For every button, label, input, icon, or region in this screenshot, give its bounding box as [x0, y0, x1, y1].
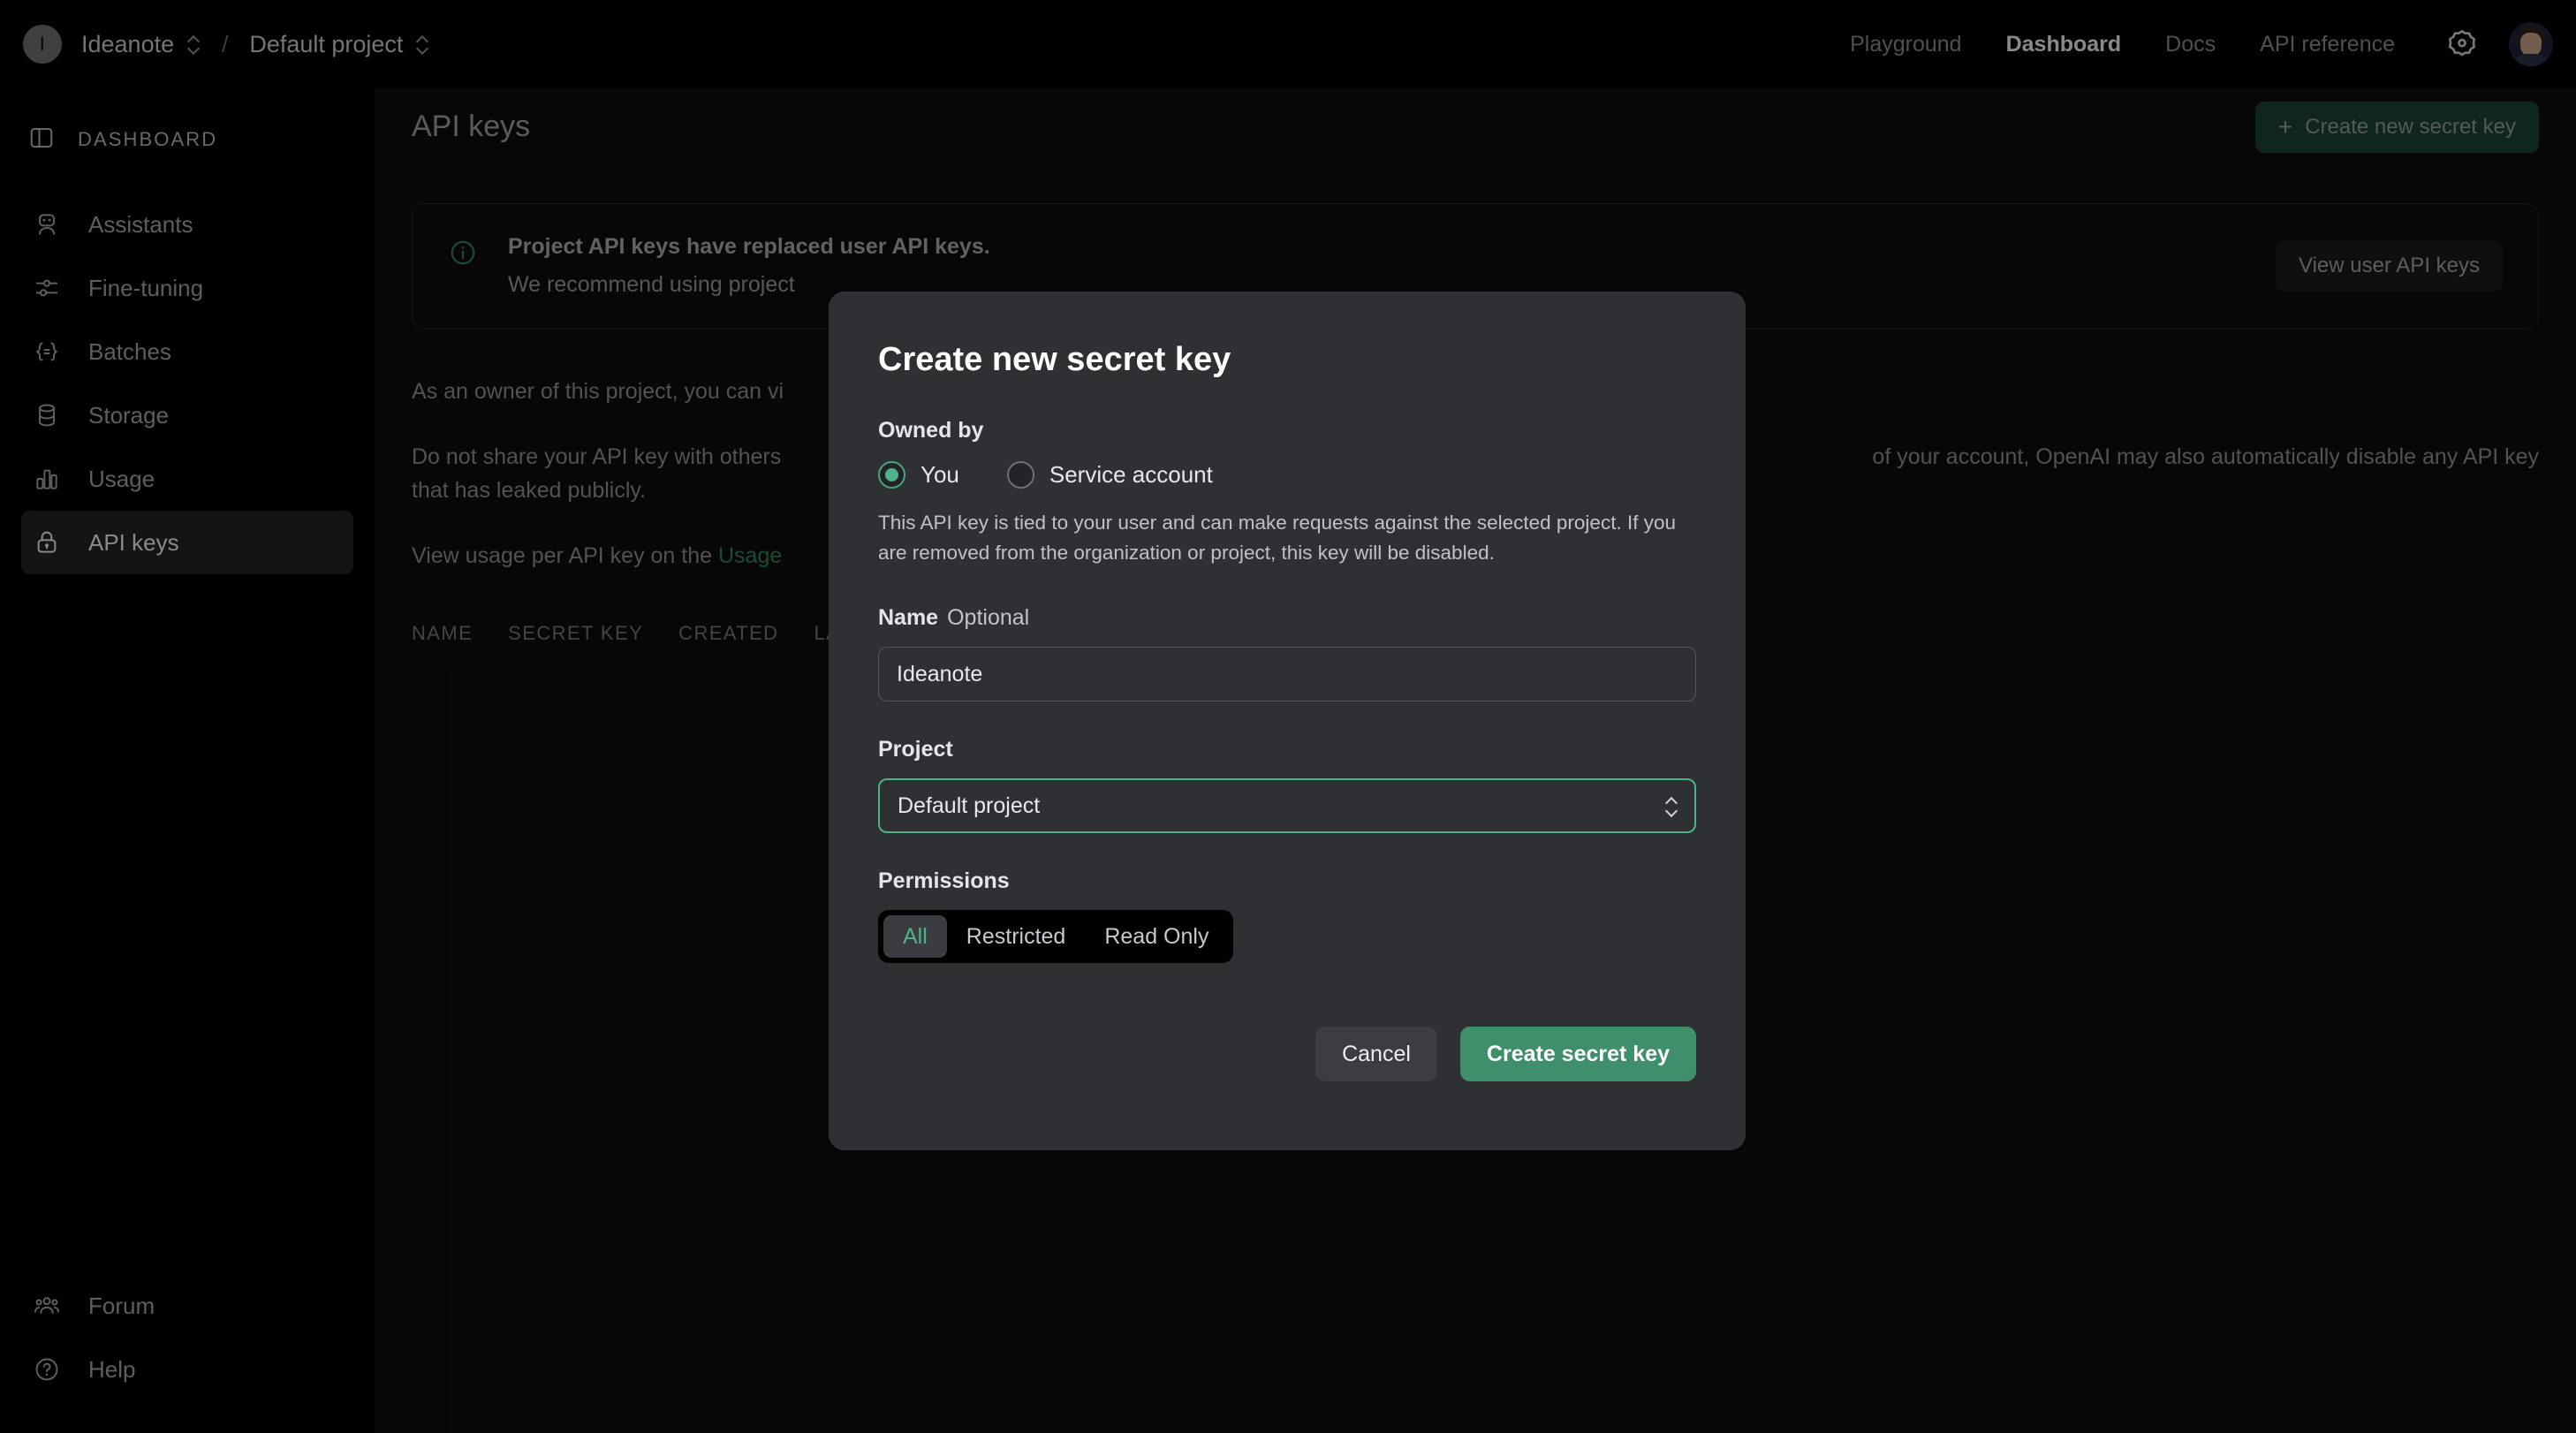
owned-by-section: Owned by You Service account This API ke…	[878, 418, 1696, 568]
radio-service-account-label: Service account	[1049, 461, 1213, 489]
name-field-block: Name Optional	[878, 605, 1696, 701]
segment-all[interactable]: All	[883, 915, 947, 958]
radio-option-you[interactable]: You	[878, 461, 959, 489]
owned-by-label: Owned by	[878, 418, 1696, 444]
owned-by-helper-text: This API key is tied to your user and ca…	[878, 508, 1696, 568]
cancel-button[interactable]: Cancel	[1315, 1027, 1437, 1081]
permissions-block: Permissions All Restricted Read Only	[878, 868, 1696, 963]
segment-restricted[interactable]: Restricted	[947, 915, 1086, 958]
segment-read-only[interactable]: Read Only	[1085, 915, 1228, 958]
owned-by-radio-group: You Service account	[878, 461, 1696, 489]
radio-you-label: You	[921, 461, 959, 489]
create-secret-key-dialog: Create new secret key Owned by You Servi…	[829, 292, 1746, 1150]
permissions-segmented-control: All Restricted Read Only	[878, 910, 1233, 963]
name-optional-text: Optional	[947, 605, 1029, 630]
dialog-title: Create new secret key	[878, 341, 1696, 379]
project-select[interactable]	[878, 778, 1696, 833]
radio-option-service-account[interactable]: Service account	[1007, 461, 1213, 489]
project-label: Project	[878, 737, 1696, 762]
project-field-block: Project	[878, 737, 1696, 833]
permissions-label: Permissions	[878, 868, 1696, 894]
project-select-wrapper	[878, 778, 1696, 833]
name-label: Name Optional	[878, 605, 1696, 631]
radio-you-indicator[interactable]	[878, 461, 905, 489]
name-label-text: Name	[878, 605, 938, 630]
name-input[interactable]	[878, 647, 1696, 701]
dialog-actions: Cancel Create secret key	[1315, 1027, 1696, 1081]
radio-service-account-indicator[interactable]	[1007, 461, 1034, 489]
create-secret-key-submit-button[interactable]: Create secret key	[1460, 1027, 1696, 1081]
